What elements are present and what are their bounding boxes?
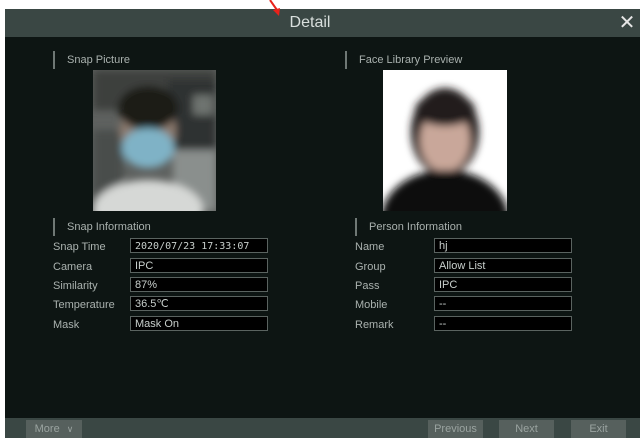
mask-label: Mask <box>53 319 80 331</box>
face-library-picture <box>383 70 507 211</box>
pass-field: IPC <box>434 277 572 292</box>
close-icon[interactable]: ✕ <box>618 12 636 32</box>
name-label: Name <box>355 241 385 253</box>
mobile-label: Mobile <box>355 299 388 311</box>
pass-label: Pass <box>355 280 380 292</box>
snap-picture <box>93 70 216 211</box>
temperature-label: Temperature <box>53 299 115 311</box>
mask-field: Mask On <box>130 316 268 331</box>
title-bar: Detail ✕ <box>5 9 640 37</box>
previous-button[interactable]: Previous <box>428 420 483 438</box>
red-arrow-pointer-icon <box>269 0 280 16</box>
more-dropdown[interactable]: More ∨ <box>26 420 82 438</box>
snap-time-field: 2020/07/23 17:33:07 <box>130 238 268 253</box>
group-label: Group <box>355 261 386 273</box>
temperature-field: 36.5℃ <box>130 296 268 311</box>
group-field: Allow List <box>434 258 572 273</box>
camera-label: Camera <box>53 261 93 273</box>
camera-field: IPC <box>130 258 268 273</box>
similarity-field: 87% <box>130 277 268 292</box>
mobile-field: -- <box>434 296 572 311</box>
detail-dialog: Detail ✕ Snap Picture Snap Information S… <box>5 9 640 438</box>
more-label: More <box>34 423 60 435</box>
name-field: hj <box>434 238 572 253</box>
remark-field: -- <box>434 316 572 331</box>
remark-label: Remark <box>355 319 394 331</box>
footer-bar: More ∨ Previous Next Exit <box>5 418 640 438</box>
dialog-title: Detail <box>289 14 331 31</box>
chevron-down-icon: ∨ <box>66 424 74 434</box>
similarity-label: Similarity <box>53 280 98 292</box>
next-button[interactable]: Next <box>499 420 554 438</box>
snap-time-label: Snap Time <box>53 241 106 253</box>
exit-button[interactable]: Exit <box>571 420 626 438</box>
